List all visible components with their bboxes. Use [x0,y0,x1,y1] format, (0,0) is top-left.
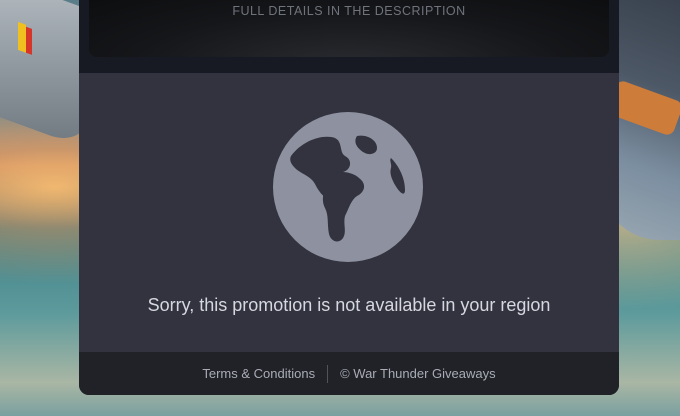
copyright-text: © War Thunder Giveaways [340,366,496,381]
footer-divider [327,364,329,383]
modal-footer: Terms & Conditions © War Thunder Giveawa… [79,352,619,395]
promo-caption: FULL DETAILS IN THE DESCRIPTION [232,4,466,18]
region-notice: Sorry, this promotion is not available i… [79,73,619,352]
promotion-modal: FULL DETAILS IN THE DESCRIPTION Sorry, t… [79,0,619,395]
globe-icon [273,112,423,262]
terms-link[interactable]: Terms & Conditions [202,366,315,381]
promo-banner-image: FULL DETAILS IN THE DESCRIPTION [89,0,609,57]
region-unavailable-message: Sorry, this promotion is not available i… [147,295,551,315]
header-band: FULL DETAILS IN THE DESCRIPTION [79,0,619,73]
